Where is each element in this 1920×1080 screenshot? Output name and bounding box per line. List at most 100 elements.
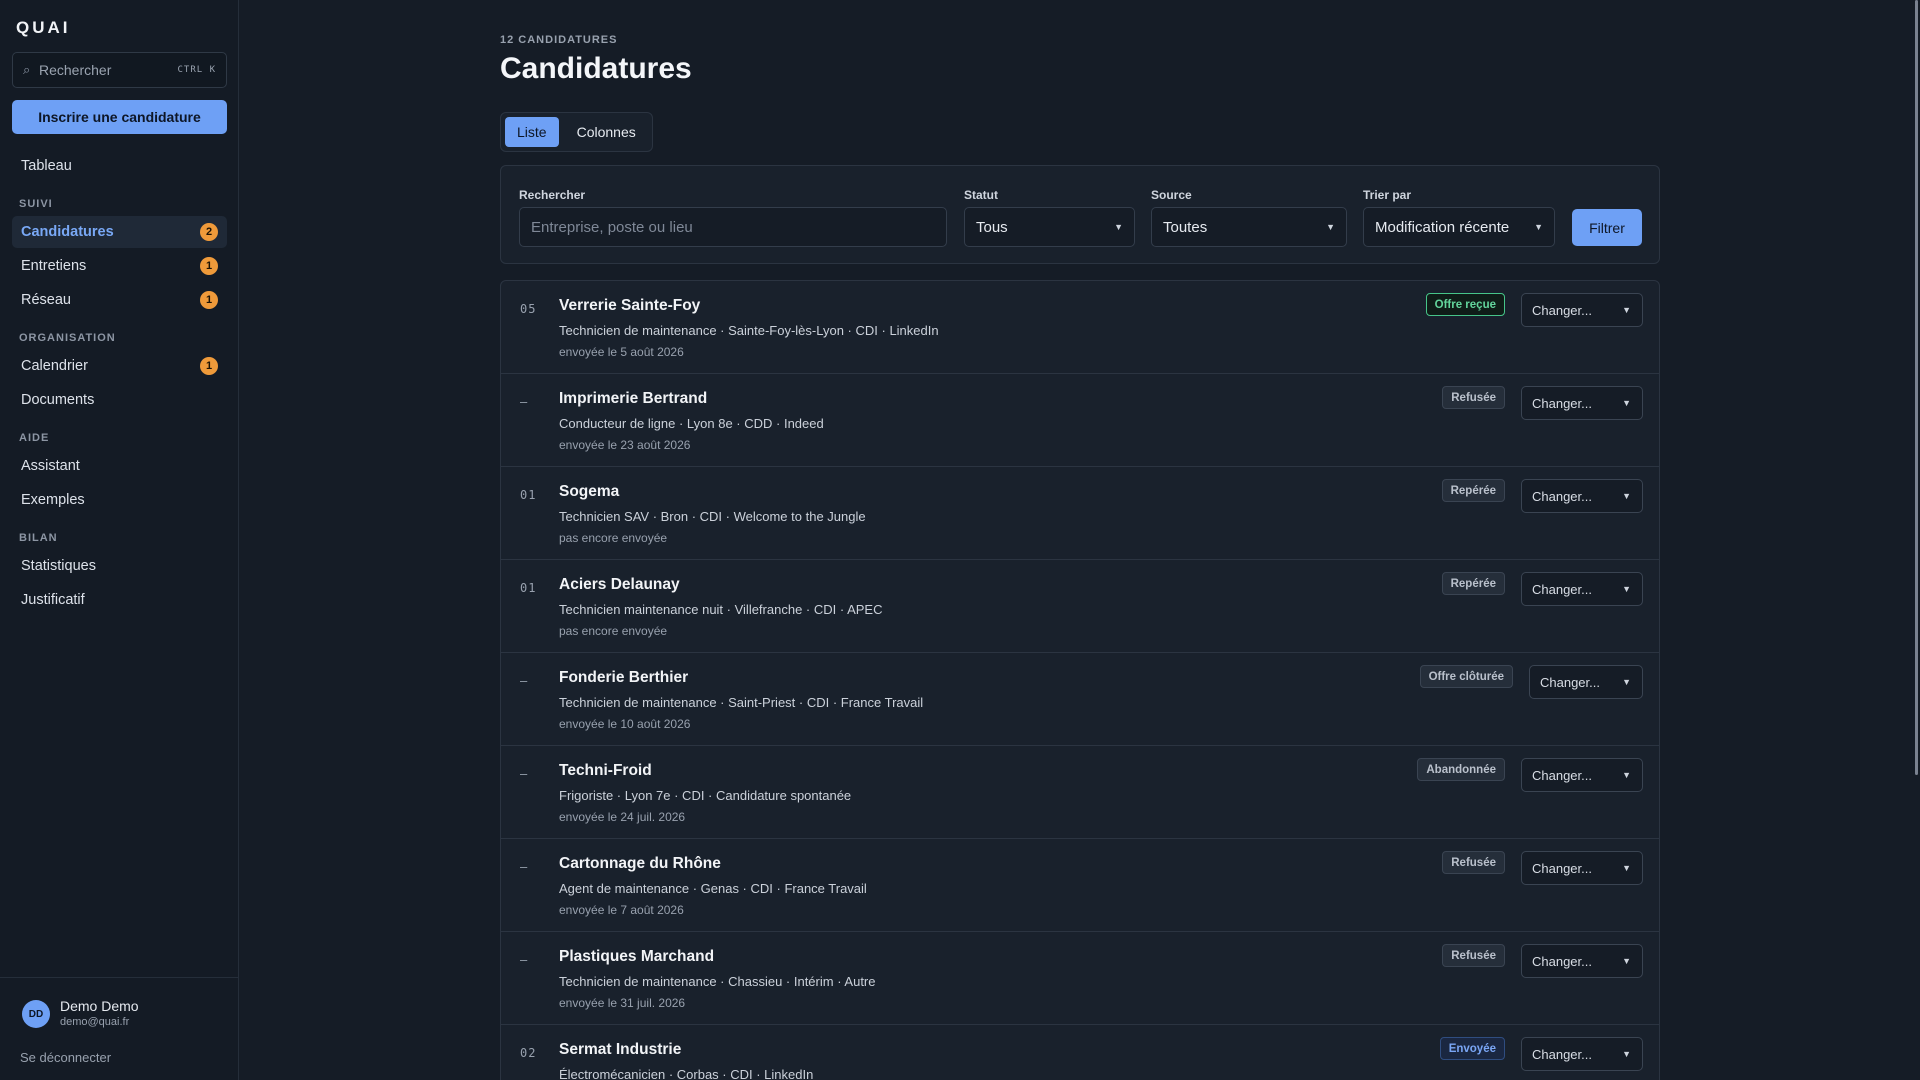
change-status-label: Changer... [1532, 302, 1592, 318]
change-status-label: Changer... [1540, 674, 1600, 690]
change-status-label: Changer... [1532, 860, 1592, 876]
application-row[interactable]: 05 Verrerie Sainte-Foy Technicien de maint… [501, 281, 1659, 374]
scrollbar[interactable] [1912, 0, 1920, 1080]
sidebar-item-label: Tableau [21, 158, 72, 174]
application-count: — [520, 860, 529, 874]
sidebar-item-label: Candidatures [21, 224, 114, 240]
company-name[interactable]: Imprimerie Bertrand [559, 390, 707, 408]
sidebar-item-label: Exemples [21, 492, 85, 508]
application-details: Technicien de maintenance · Saint-Priest… [559, 695, 924, 710]
sidebar-item-justificatif[interactable]: Justificatif [12, 584, 227, 616]
search-filter-label: Rechercher [519, 188, 586, 202]
change-status-label: Changer... [1532, 395, 1592, 411]
application-count: — [520, 395, 529, 409]
view-toggle: Liste Colonnes [500, 112, 653, 152]
application-row[interactable]: 01 Sogema Technicien SAV · Bron · CDI · We… [501, 467, 1659, 560]
company-name[interactable]: Cartonnage du Rhône [559, 855, 721, 873]
application-row[interactable]: — Techni-Froid Frigoriste · Lyon 7e · CDI … [501, 746, 1659, 839]
source-select[interactable]: Toutes ▼ [1151, 207, 1347, 247]
sidebar-item-tableau[interactable]: Tableau [12, 150, 227, 182]
company-name[interactable]: Techni-Froid [559, 762, 652, 780]
sidebar-item-label: Entretiens [21, 258, 87, 274]
sidebar-item-exemples[interactable]: Exemples [12, 484, 227, 516]
sidebar-item-label: Statistiques [21, 558, 96, 574]
application-row[interactable]: 01 Aciers Delaunay Technicien maintenance … [501, 560, 1659, 653]
source-filter-label: Source [1151, 188, 1192, 202]
sent-date: envoyée le 5 août 2026 [559, 345, 684, 359]
sidebar-item-statistiques[interactable]: Statistiques [12, 550, 227, 582]
change-status-select[interactable]: Changer... ▼ [1521, 758, 1643, 792]
applications-list: 05 Verrerie Sainte-Foy Technicien de maint… [500, 280, 1660, 1080]
sidebar-item-calendrier[interactable]: Calendrier 1 [12, 350, 227, 382]
application-row[interactable]: 02 Sermat Industrie Électromécanicien · Co… [501, 1025, 1659, 1080]
application-row[interactable]: — Fonderie Berthier Technicien de maintena… [501, 653, 1659, 746]
change-status-select[interactable]: Changer... ▼ [1521, 293, 1643, 327]
change-status-select[interactable]: Changer... ▼ [1521, 944, 1643, 978]
application-details: Frigoriste · Lyon 7e · CDI · Candidature… [559, 788, 852, 803]
change-status-select[interactable]: Changer... ▼ [1521, 479, 1643, 513]
application-row[interactable]: — Cartonnage du Rhône Agent de maintenance… [501, 839, 1659, 932]
status-badge: Refusée [1442, 944, 1505, 967]
search-icon: ⌕ [23, 62, 31, 77]
logout-link[interactable]: Se déconnecter [20, 1050, 111, 1065]
application-row[interactable]: — Imprimerie Bertrand Conducteur de ligne … [501, 374, 1659, 467]
status-badge: Repérée [1441, 572, 1505, 595]
company-name[interactable]: Aciers Delaunay [559, 576, 680, 594]
count-badge: 2 [200, 223, 218, 241]
app-logo[interactable]: QUAI [16, 18, 71, 38]
sent-date: envoyée le 10 août 2026 [559, 717, 691, 731]
application-details: Technicien de maintenance · Sainte-Foy-l… [559, 323, 939, 338]
sort-filter-label: Trier par [1363, 188, 1412, 202]
view-list-button[interactable]: Liste [505, 117, 559, 147]
company-name[interactable]: Verrerie Sainte-Foy [559, 297, 700, 315]
company-name[interactable]: Fonderie Berthier [559, 669, 688, 687]
status-filter-label: Statut [964, 188, 998, 202]
sent-date: envoyée le 23 août 2026 [559, 438, 691, 452]
filters-panel: Rechercher Entreprise, poste ou lieu Sta… [500, 165, 1660, 264]
view-columns-button[interactable]: Colonnes [565, 117, 648, 147]
application-count: 05 [520, 302, 537, 316]
application-details: Agent de maintenance · Genas · CDI · Fra… [559, 881, 867, 896]
sidebar-nav: Tableau SUIVI Candidatures 2 Entretiens 1 Rése… [12, 150, 227, 618]
status-select[interactable]: Tous ▼ [964, 207, 1135, 247]
change-status-select[interactable]: Changer... ▼ [1529, 665, 1643, 699]
sidebar-item-reseau[interactable]: Réseau 1 [12, 284, 227, 316]
chevron-down-icon: ▼ [1326, 222, 1335, 232]
count-badge: 1 [200, 291, 218, 309]
sidebar: QUAI ⌕ Rechercher CTRL K Inscrire une ca… [0, 0, 239, 1080]
change-status-label: Changer... [1532, 1046, 1592, 1062]
change-status-select[interactable]: Changer... ▼ [1521, 386, 1643, 420]
sidebar-search[interactable]: ⌕ Rechercher CTRL K [12, 52, 227, 88]
avatar[interactable]: DD [22, 1000, 50, 1028]
company-name[interactable]: Sogema [559, 483, 619, 501]
sent-date: pas encore envoyée [559, 624, 668, 638]
chevron-down-icon: ▼ [1622, 863, 1631, 873]
company-name[interactable]: Sermat Industrie [559, 1041, 681, 1059]
nav-section-title: ORGANISATION [19, 332, 116, 344]
add-application-button[interactable]: Inscrire une candidature [12, 100, 227, 134]
sent-date: envoyée le 7 août 2026 [559, 903, 684, 917]
sidebar-item-assistant[interactable]: Assistant [12, 450, 227, 482]
change-status-select[interactable]: Changer... ▼ [1521, 851, 1643, 885]
scrollbar-thumb[interactable] [1915, 0, 1918, 775]
change-status-select[interactable]: Changer... ▼ [1521, 1037, 1643, 1071]
page-title: Candidatures [500, 52, 692, 85]
status-badge: Offre reçue [1425, 293, 1505, 316]
change-status-select[interactable]: Changer... ▼ [1521, 572, 1643, 606]
sidebar-item-documents[interactable]: Documents [12, 384, 227, 416]
sidebar-item-label: Réseau [21, 292, 71, 308]
sidebar-item-entretiens[interactable]: Entretiens 1 [12, 250, 227, 282]
change-status-label: Changer... [1532, 953, 1592, 969]
change-status-label: Changer... [1532, 581, 1592, 597]
search-input[interactable]: Entreprise, poste ou lieu [519, 207, 947, 247]
sidebar-footer: DD Demo Demo demo@quai.fr Se déconnecter [0, 977, 239, 1080]
filter-button[interactable]: Filtrer [1572, 209, 1642, 246]
change-status-label: Changer... [1532, 488, 1592, 504]
sent-date: pas encore envoyée [559, 531, 668, 545]
nav-section-title: BILAN [19, 532, 58, 544]
company-name[interactable]: Plastiques Marchand [559, 948, 714, 966]
application-row[interactable]: — Plastiques Marchand Technicien de mainte… [501, 932, 1659, 1025]
application-count: — [520, 767, 529, 781]
sort-select[interactable]: Modification récente ▼ [1363, 207, 1555, 247]
sidebar-item-candidatures[interactable]: Candidatures 2 [12, 216, 227, 248]
